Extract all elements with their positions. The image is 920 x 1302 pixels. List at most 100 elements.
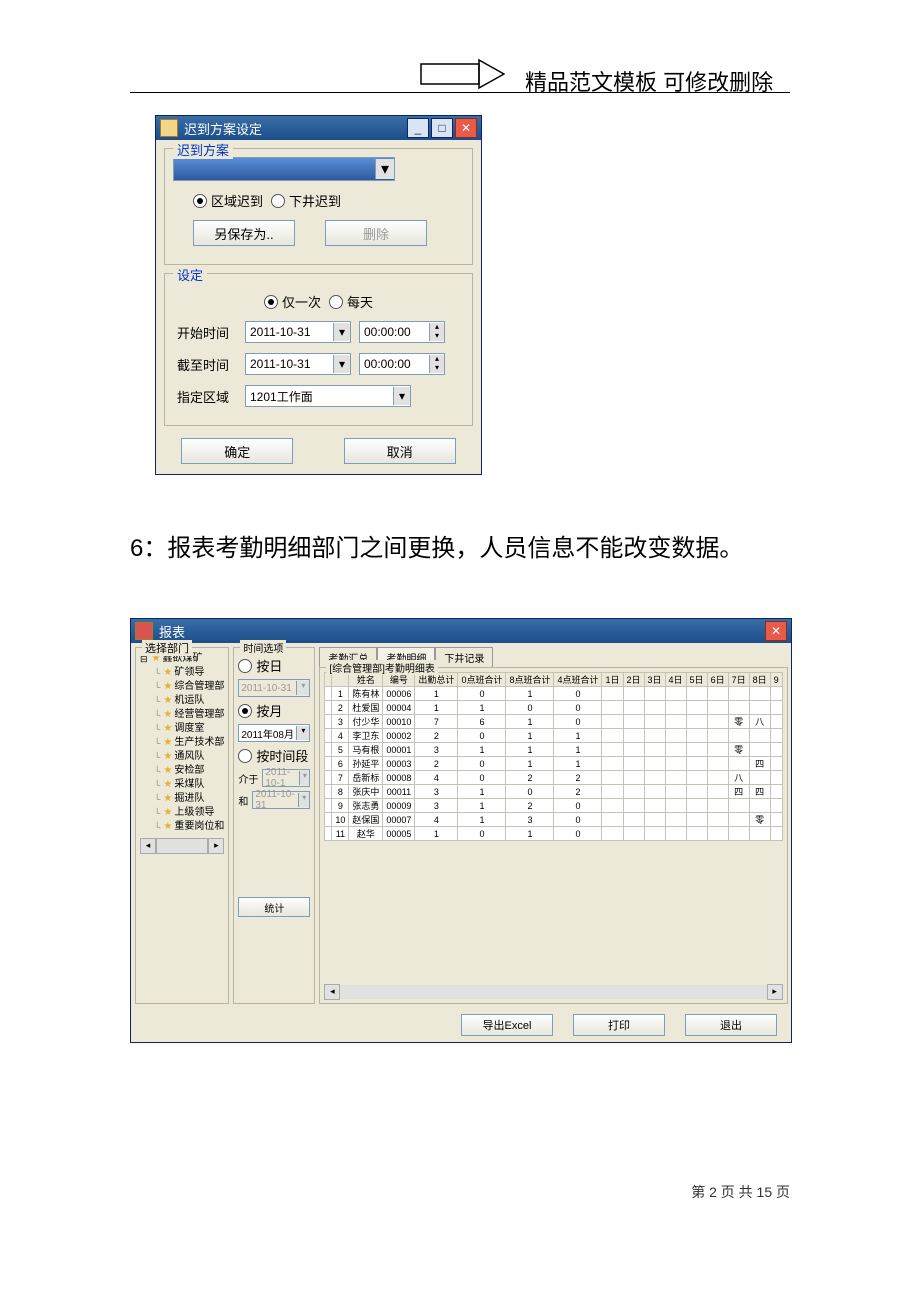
- spin-down-icon[interactable]: ▾: [429, 364, 444, 373]
- tab[interactable]: 下井记录: [435, 647, 493, 667]
- chevron-down-icon: ▾: [298, 793, 309, 807]
- department-tree[interactable]: ★鑫欲煤矿★矿领导★综合管理部★机运队★经营管理部★调度室★生产技术部★通风队★…: [140, 652, 224, 834]
- tree-item[interactable]: ★经营管理部: [140, 708, 224, 722]
- scroll-left-icon[interactable]: ◂: [324, 984, 340, 1000]
- attendance-grid[interactable]: 姓名编号出勤总计0点班合计8点班合计4点班合计1日2日3日4日5日6日7日8日9…: [324, 672, 782, 841]
- horizontal-scrollbar[interactable]: ◂▸: [324, 985, 782, 999]
- table-row[interactable]: 4李卫东000022011: [325, 729, 782, 743]
- radio-by-range[interactable]: 按时间段: [238, 746, 308, 765]
- group-title: 迟到方案: [173, 140, 233, 159]
- table-row[interactable]: 11赵华000051010: [325, 827, 782, 841]
- end-date-combo[interactable]: 2011-10-31▾: [245, 353, 351, 375]
- column-header[interactable]: 1日: [602, 673, 623, 687]
- table-row[interactable]: 5马有根000013111零: [325, 743, 782, 757]
- tree-item[interactable]: ★调度室: [140, 722, 224, 736]
- month-combo[interactable]: 2011年08月▾: [238, 724, 310, 742]
- star-icon: ★: [163, 722, 172, 736]
- close-button[interactable]: ✕: [765, 621, 787, 641]
- column-header[interactable]: 6日: [707, 673, 728, 687]
- tree-item[interactable]: ★掘进队: [140, 792, 224, 806]
- radio-daily[interactable]: 每天: [329, 292, 373, 311]
- group-title: 设定: [173, 265, 207, 284]
- scroll-left-icon[interactable]: ◂: [140, 838, 156, 854]
- radio-by-day[interactable]: 按日: [238, 656, 282, 675]
- column-header[interactable]: 2日: [623, 673, 644, 687]
- page-footer: 第 2 页 共 15 页: [691, 1182, 790, 1202]
- table-row[interactable]: 6孙延平000032011四: [325, 757, 782, 771]
- titlebar[interactable]: 迟到方案设定 _ □ ✕: [156, 116, 481, 140]
- table-row[interactable]: 3付少华000107610零八: [325, 715, 782, 729]
- delete-button: 删除: [325, 220, 427, 246]
- column-header[interactable]: 7日: [728, 673, 749, 687]
- tree-item[interactable]: ★生产技术部: [140, 736, 224, 750]
- chevron-down-icon[interactable]: ▾: [296, 726, 309, 740]
- scroll-right-icon[interactable]: ▸: [767, 984, 783, 1000]
- minimize-button[interactable]: _: [407, 118, 429, 138]
- zone-combo[interactable]: 1201工作面▾: [245, 385, 411, 407]
- star-icon: ★: [163, 708, 172, 722]
- tree-item[interactable]: ★通风队: [140, 750, 224, 764]
- print-button[interactable]: 打印: [573, 1014, 665, 1036]
- scroll-right-icon[interactable]: ▸: [208, 838, 224, 854]
- titlebar[interactable]: 报表 ✕: [131, 619, 791, 643]
- plan-combo[interactable]: ▾: [173, 157, 395, 181]
- radio-area-late[interactable]: 区域迟到: [193, 191, 263, 210]
- column-header[interactable]: 9: [770, 673, 782, 687]
- star-icon: ★: [163, 666, 172, 680]
- tree-item[interactable]: ★矿领导: [140, 666, 224, 680]
- column-header[interactable]: 4点班合计: [554, 673, 602, 687]
- radio-down-late[interactable]: 下井迟到: [271, 191, 341, 210]
- radio-by-month[interactable]: 按月: [238, 701, 282, 720]
- start-date-combo[interactable]: 2011-10-31▾: [245, 321, 351, 343]
- tree-item[interactable]: ★上级领导: [140, 806, 224, 820]
- save-as-button[interactable]: 另保存为..: [193, 220, 295, 246]
- panel-title: 选择部门: [142, 640, 192, 656]
- column-header[interactable]: 3日: [644, 673, 665, 687]
- chevron-down-icon: ▾: [299, 771, 309, 785]
- time-panel: 时间选项 按日 2011-10-31▾ 按月 2011年08月▾ 按时间段 介于…: [233, 647, 315, 1004]
- column-header[interactable]: 8日: [749, 673, 770, 687]
- column-header[interactable]: 0点班合计: [458, 673, 506, 687]
- tree-item[interactable]: ★重要岗位和: [140, 820, 224, 834]
- start-time-spinner[interactable]: 00:00:00▴▾: [359, 321, 445, 343]
- close-button[interactable]: ✕: [455, 118, 477, 138]
- table-row[interactable]: 8张庆中000113102四四: [325, 785, 782, 799]
- tree-item[interactable]: ★机运队: [140, 694, 224, 708]
- zone-label: 指定区域: [177, 387, 237, 406]
- tree-item[interactable]: ★综合管理部: [140, 680, 224, 694]
- tree-item[interactable]: ★采煤队: [140, 778, 224, 792]
- window-title: 迟到方案设定: [184, 119, 262, 138]
- start-time-label: 开始时间: [177, 323, 237, 342]
- table-row[interactable]: 10赵保国000074130零: [325, 813, 782, 827]
- range-from-combo: 2011-10-1▾: [262, 769, 310, 787]
- table-row[interactable]: 1陈有林000061010: [325, 687, 782, 701]
- spin-down-icon[interactable]: ▾: [429, 332, 444, 341]
- column-header[interactable]: 8点班合计: [506, 673, 554, 687]
- cancel-button[interactable]: 取消: [344, 438, 456, 464]
- chevron-down-icon[interactable]: ▾: [375, 159, 394, 179]
- column-header[interactable]: 5日: [686, 673, 707, 687]
- window-title: 报表: [159, 622, 185, 641]
- body-paragraph: 6：报表考勤明细部门之间更换，人员信息不能改变数据。: [130, 530, 790, 568]
- ok-button[interactable]: 确定: [181, 438, 293, 464]
- table-row[interactable]: 2杜爱国000041100: [325, 701, 782, 715]
- maximize-button[interactable]: □: [431, 118, 453, 138]
- chevron-down-icon: ▾: [296, 681, 309, 695]
- table-row[interactable]: 9张志勇000093120: [325, 799, 782, 813]
- column-header[interactable]: 4日: [665, 673, 686, 687]
- late-plan-dialog: 迟到方案设定 _ □ ✕ 迟到方案 ▾ 区域迟到 下井迟到 另保存为.. 删除 …: [155, 115, 482, 475]
- radio-once[interactable]: 仅一次: [264, 292, 321, 311]
- end-time-label: 截至时间: [177, 355, 237, 374]
- department-panel: 选择部门 ★鑫欲煤矿★矿领导★综合管理部★机运队★经营管理部★调度室★生产技术部…: [135, 647, 229, 1004]
- table-row[interactable]: 7岳新标000084022八: [325, 771, 782, 785]
- export-excel-button[interactable]: 导出Excel: [461, 1014, 553, 1036]
- stat-button[interactable]: 统计: [238, 897, 310, 917]
- tree-item[interactable]: ★安检部: [140, 764, 224, 778]
- star-icon: ★: [163, 792, 172, 806]
- chevron-down-icon[interactable]: ▾: [333, 355, 350, 373]
- chevron-down-icon[interactable]: ▾: [393, 387, 410, 405]
- range-to-combo: 2011-10-31▾: [252, 791, 310, 809]
- chevron-down-icon[interactable]: ▾: [333, 323, 350, 341]
- exit-button[interactable]: 退出: [685, 1014, 777, 1036]
- end-time-spinner[interactable]: 00:00:00▴▾: [359, 353, 445, 375]
